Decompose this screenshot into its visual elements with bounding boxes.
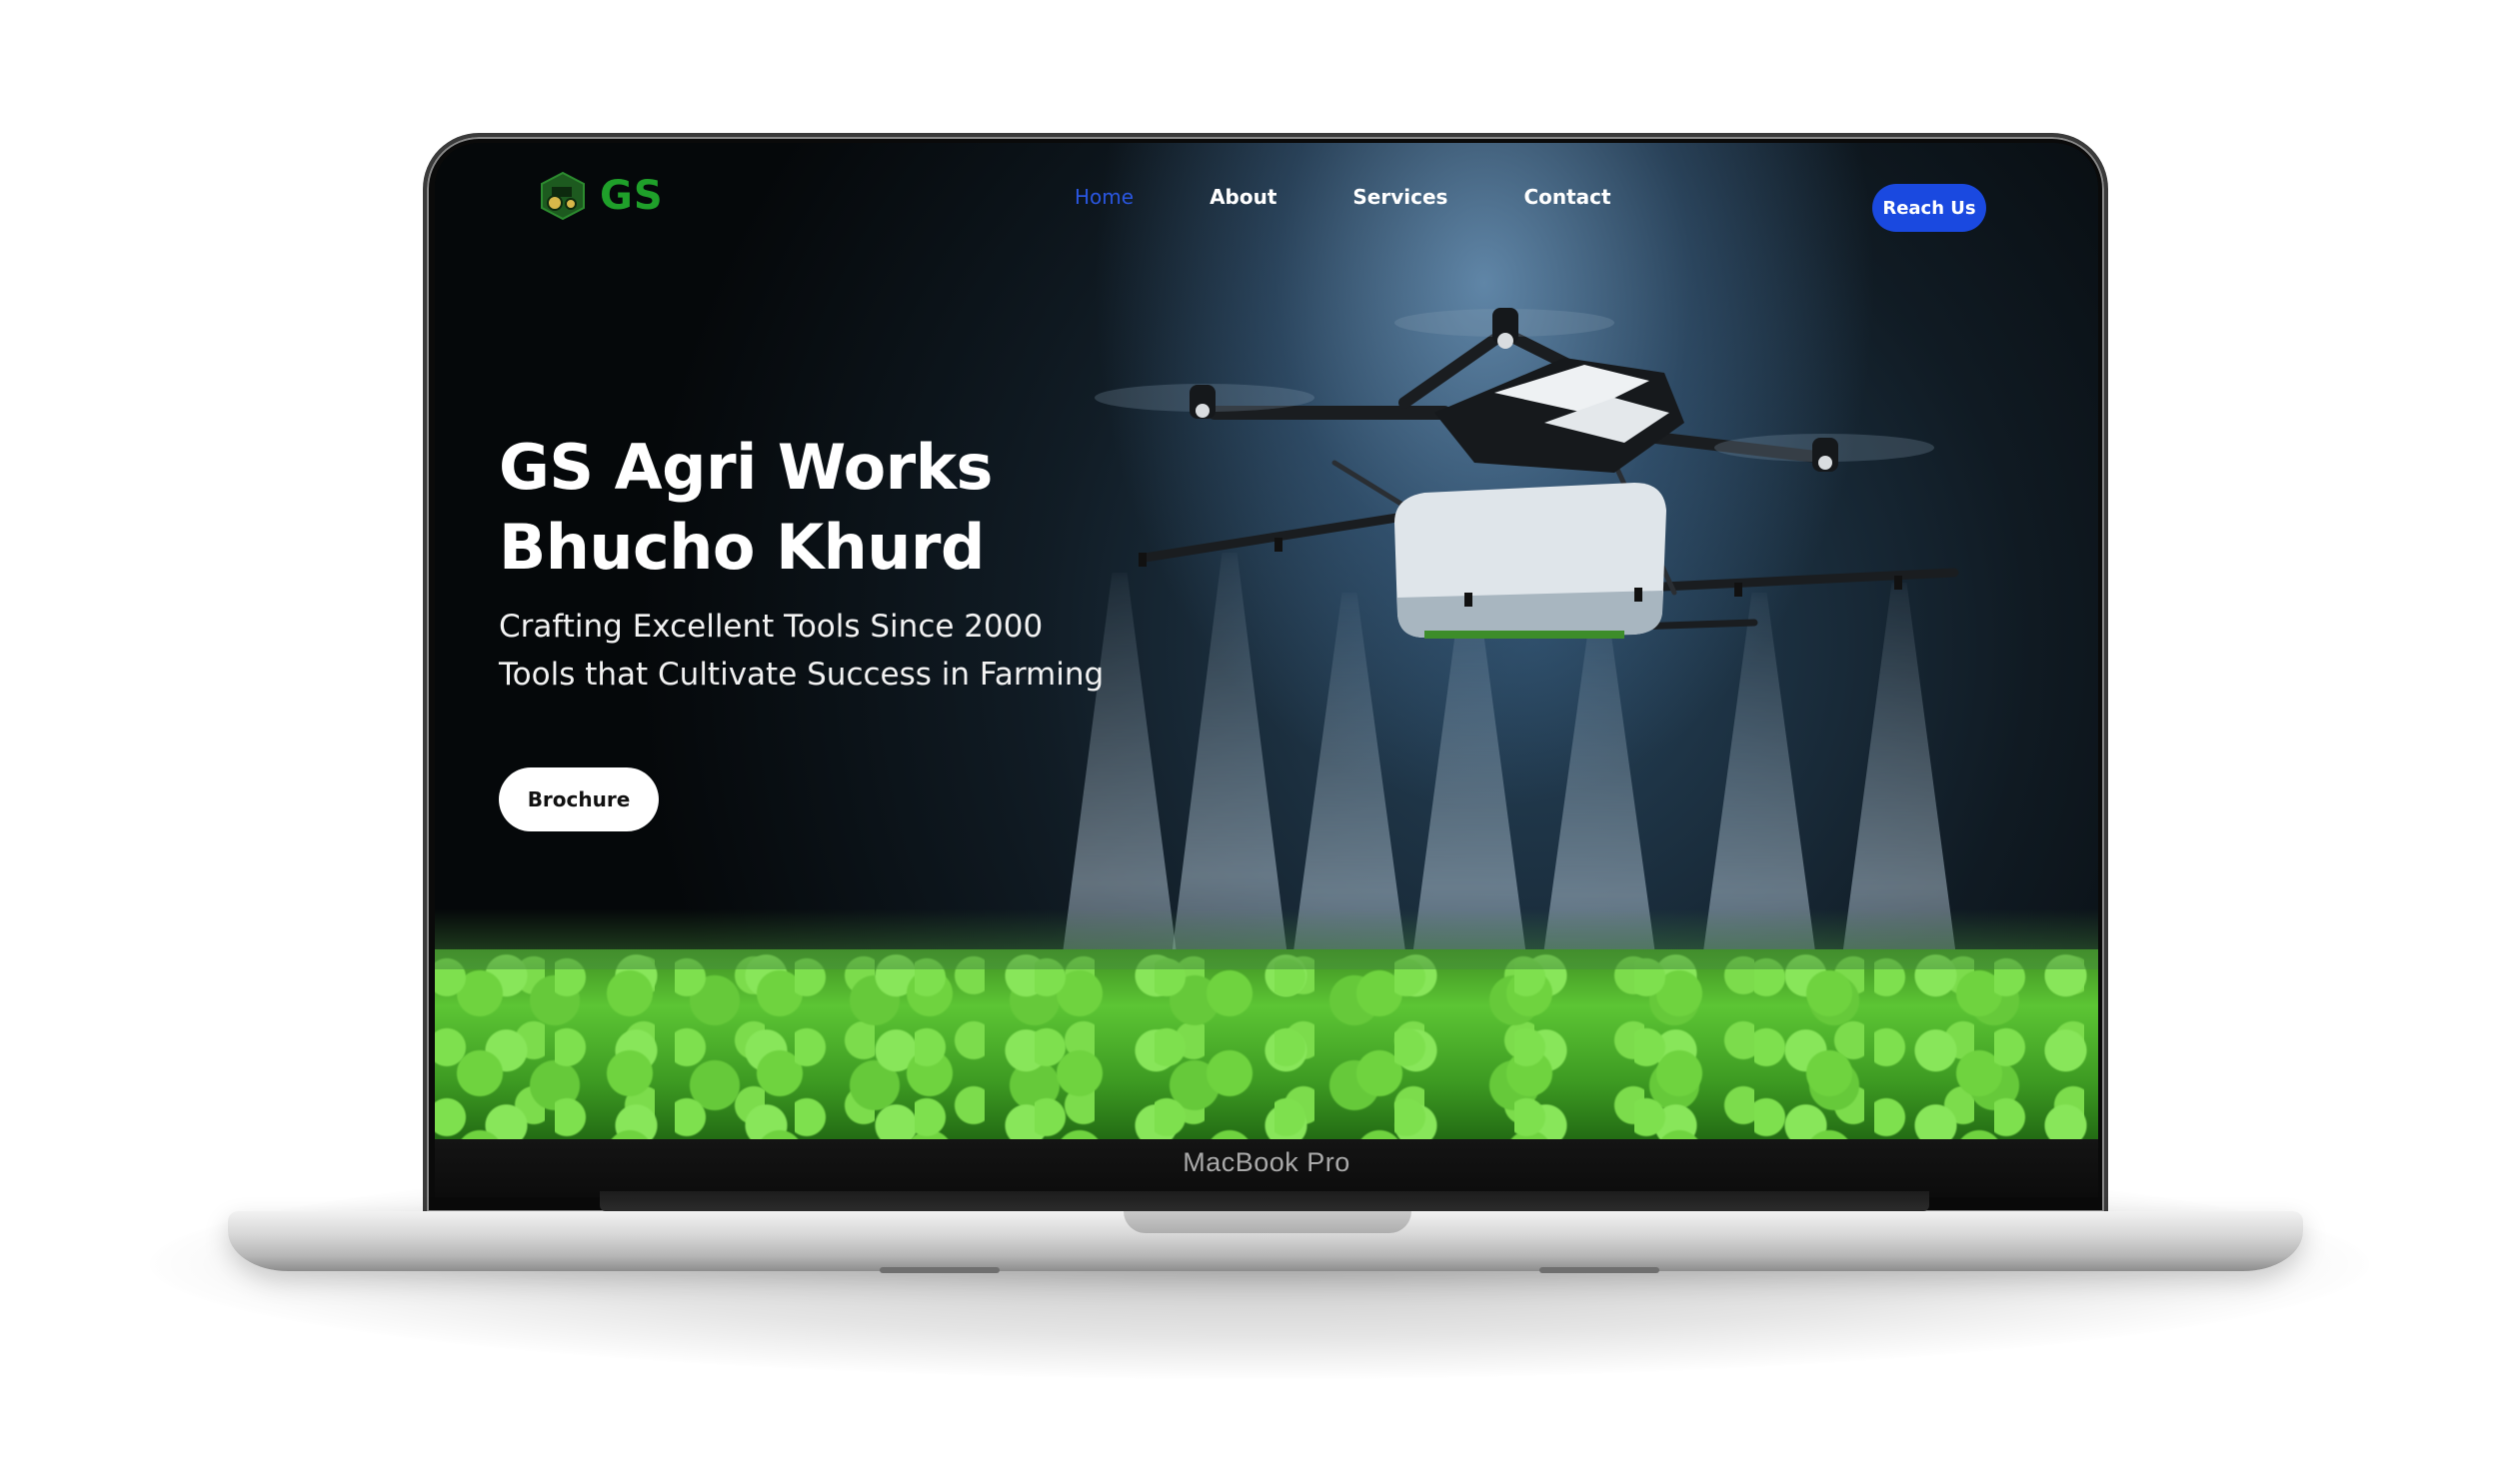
hero-title-line-1: GS Agri Works: [499, 431, 993, 504]
brand-logo[interactable]: GS: [540, 171, 664, 221]
hero-title-line-2: Bhucho Khurd: [499, 511, 985, 584]
laptop-foot: [880, 1267, 1000, 1273]
tractor-badge-icon: [541, 171, 585, 221]
laptop-screen: GS Home About Services Contact Reach Us …: [435, 143, 2098, 1139]
brochure-button[interactable]: Brochure: [499, 767, 659, 831]
hero-subtitle-line-1: Crafting Excellent Tools Since 2000: [499, 609, 1044, 645]
main-nav: Home About Services Contact: [1075, 185, 1687, 209]
reach-us-button[interactable]: Reach Us: [1872, 184, 1986, 232]
hero-title: GS Agri Works Bhucho Khurd: [499, 428, 993, 588]
nav-link-about[interactable]: About: [1210, 185, 1276, 209]
laptop-hinge: [600, 1191, 1929, 1211]
brand-name: GS: [600, 173, 664, 219]
hero-subtitle: Crafting Excellent Tools Since 2000 Tool…: [499, 603, 1104, 699]
device-model-label: MacBook Pro: [1183, 1147, 1350, 1177]
nav-link-home[interactable]: Home: [1075, 185, 1134, 209]
green-crop-field: [435, 909, 2098, 1139]
nav-link-contact[interactable]: Contact: [1523, 185, 1610, 209]
hero-subtitle-line-2: Tools that Cultivate Success in Farming: [499, 657, 1105, 693]
laptop-chin: MacBook Pro: [435, 1139, 2098, 1197]
laptop-foot: [1539, 1267, 1659, 1273]
laptop-notch: [1124, 1211, 1411, 1233]
nav-link-services[interactable]: Services: [1352, 185, 1447, 209]
